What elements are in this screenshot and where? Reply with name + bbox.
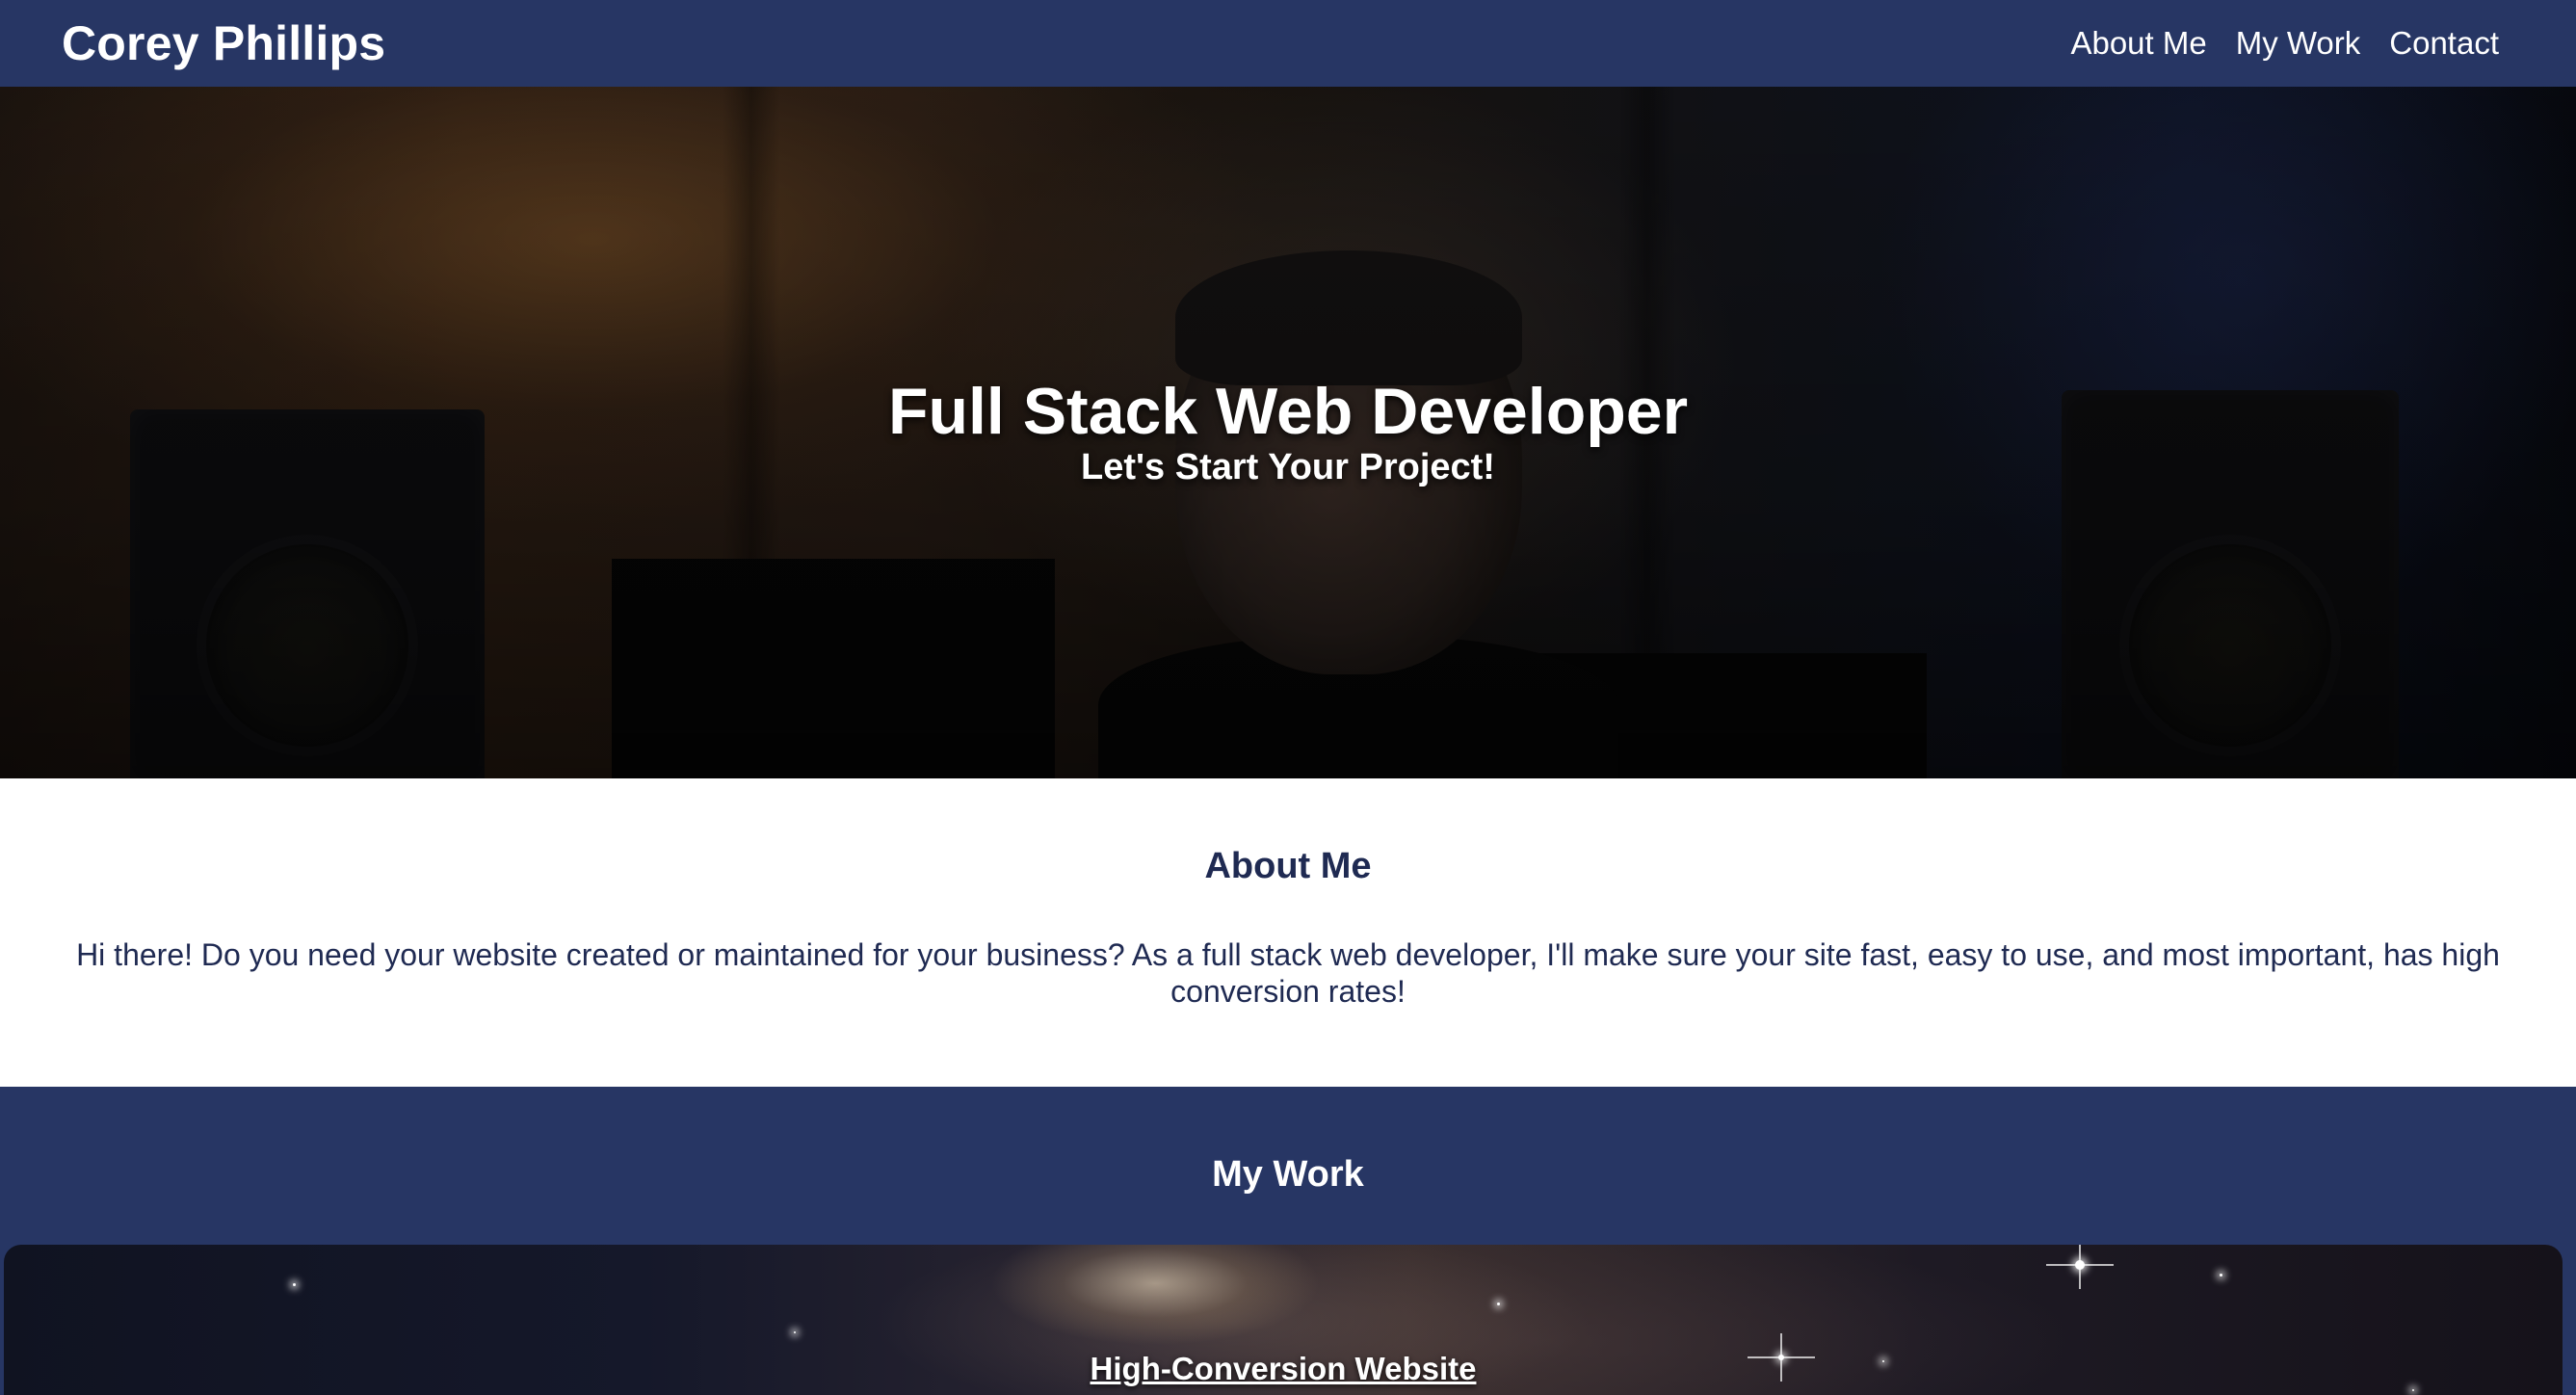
star [794, 1331, 796, 1333]
hero-title: Full Stack Web Developer [887, 375, 1689, 448]
hero-text: Full Stack Web Developer Let's Start You… [0, 87, 2576, 778]
nav-link-about-me[interactable]: About Me [2070, 25, 2206, 62]
about-body: Hi there! Do you need your website creat… [76, 937, 2500, 1009]
about-section: About Me Hi there! Do you need your webs… [0, 778, 2576, 1087]
star [1497, 1303, 1500, 1305]
main-nav: About Me My Work Contact [2070, 25, 2499, 62]
site-header: Corey Phillips About Me My Work Contact [0, 0, 2576, 87]
project-card-title[interactable]: High-Conversion Website [4, 1351, 2563, 1387]
star [2412, 1389, 2414, 1391]
project-card[interactable]: High-Conversion Website [4, 1245, 2563, 1395]
page: Corey Phillips About Me My Work Contact … [0, 0, 2576, 1395]
site-brand[interactable]: Corey Phillips [62, 15, 385, 71]
hero-subtitle: Let's Start Your Project! [1081, 447, 1495, 487]
nav-link-contact[interactable]: Contact [2389, 25, 2499, 62]
hero-banner: Full Stack Web Developer Let's Start You… [0, 87, 2576, 778]
nav-link-my-work[interactable]: My Work [2236, 25, 2361, 62]
about-heading: About Me [1204, 846, 1372, 886]
work-section: My Work High-Conversion Website [0, 1087, 2576, 1395]
star [293, 1283, 296, 1286]
star [2220, 1274, 2222, 1277]
work-heading: My Work [1212, 1154, 1364, 1195]
star [2075, 1260, 2085, 1270]
